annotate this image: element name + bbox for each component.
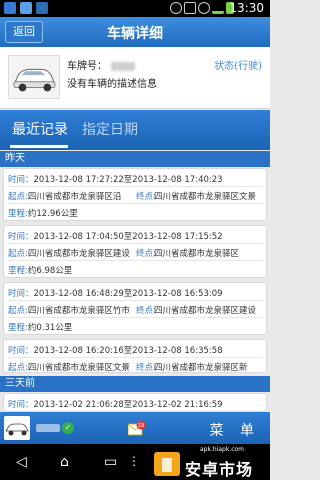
app-notification-icon — [4, 2, 16, 14]
vehicle-description: 没有车辆的描述信息 — [67, 79, 157, 90]
tab-recent-records[interactable]: 最近记录 — [12, 119, 68, 139]
trip-time-row: 时间：2013-12-08 16:20:16至2013-12-08 16:35:… — [8, 346, 223, 356]
trip-end-label: 终点: — [136, 363, 156, 373]
message-badge: 19 — [138, 423, 144, 429]
image-notification-icon — [20, 2, 32, 14]
trip-record[interactable]: 时间：2013-12-08 16:20:16至2013-12-08 16:35:… — [3, 339, 267, 373]
trip-end-label: 终点: — [136, 249, 156, 259]
active-tab-indicator — [10, 145, 68, 148]
trip-record[interactable]: 时间：2013-12-02 21:06:28至2013-12-02 21:16:… — [3, 393, 267, 412]
plate-label: 车牌号： — [67, 57, 135, 72]
alarm-icon — [198, 2, 210, 14]
trip-mileage-row: 里程:约12.96公里 — [8, 209, 78, 219]
nfc-icon — [170, 2, 182, 14]
trip-start-row: 起点:四川省成都市龙泉驿区沿 — [8, 192, 122, 202]
section-header-three-days-ago: 三天前 — [0, 376, 270, 392]
bottom-bar: ✓ 19 菜 单 — [0, 412, 270, 444]
watermark-text: 安卓市场 — [185, 460, 254, 479]
recent-apps-icon[interactable]: ▭ — [104, 454, 117, 470]
vibrate-icon — [184, 2, 196, 14]
system-nav-bar: ◁ ⌂ ▭ ⋮ apk.hiapk.com 安卓市场 — [0, 444, 270, 480]
status-bar: 13:30 — [0, 0, 270, 17]
back-nav-icon[interactable]: ◁ — [16, 454, 27, 470]
trip-end-value: 四川省成都市龙泉驿区 — [154, 249, 240, 259]
trip-time-row: 时间：2013-12-08 17:27:22至2013-12-08 17:40:… — [8, 175, 223, 185]
menu-button[interactable]: 菜 单 — [210, 420, 260, 440]
tab-specified-date[interactable]: 指定日期 — [82, 119, 138, 139]
vehicle-info-card: 车牌号： 没有车辆的描述信息 状态(行驶) — [0, 47, 270, 109]
vehicle-state: 状态(行驶) — [214, 61, 262, 72]
more-options-icon[interactable]: ⋮ — [128, 454, 140, 468]
trip-end-value: 四川省成都市龙泉驿区建设 — [154, 306, 257, 316]
watermark-url: apk.hiapk.com — [200, 446, 245, 453]
section-header-yesterday: 昨天 — [0, 151, 270, 167]
trip-record[interactable]: 时间：2013-12-08 17:27:22至2013-12-08 17:40:… — [3, 168, 267, 221]
car-name-blurred — [36, 424, 60, 432]
trip-time-row: 时间：2013-12-08 17:04:50至2013-12-08 17:15:… — [8, 232, 223, 242]
trip-end-label: 终点: — [136, 192, 156, 202]
trip-start-row: 起点:四川省成都市龙泉驿区文景 — [8, 363, 130, 373]
home-nav-icon[interactable]: ⌂ — [60, 454, 69, 470]
trip-record[interactable]: 时间：2013-12-08 16:48:29至2013-12-08 16:53:… — [3, 282, 267, 335]
message-icon[interactable]: 19 — [128, 420, 146, 436]
title-bar: 返回 车辆详细 — [0, 17, 270, 47]
tabs-bar: 最近记录 指定日期 — [0, 110, 270, 150]
trip-end-value: 四川省成都市龙泉驿区文景 — [154, 192, 257, 202]
trip-end-label: 终点: — [136, 306, 156, 316]
trip-time-row: 时间：2013-12-08 16:48:29至2013-12-08 16:53:… — [8, 289, 223, 299]
trip-mileage-row: 里程:约0.31公里 — [8, 323, 73, 333]
signal-icon — [212, 2, 224, 14]
trip-start-row: 起点:四川省成都市龙泉驿区竹市 — [8, 306, 130, 316]
car-image — [8, 55, 60, 99]
trip-end-value: 四川省成都市龙泉驿区新 — [154, 363, 248, 373]
download-notification-icon — [36, 2, 48, 14]
plate-number-blurred — [111, 61, 135, 71]
status-time: 13:30 — [229, 1, 264, 15]
trip-time-row: 时间：2013-12-02 21:06:28至2013-12-02 21:16:… — [8, 400, 223, 410]
trip-mileage-row: 里程:约6.98公里 — [8, 266, 73, 276]
page-title: 车辆详细 — [107, 26, 163, 42]
check-icon: ✓ — [62, 422, 74, 434]
trip-start-row: 起点:四川省成都市龙泉驿区建设 — [8, 249, 130, 259]
current-car-icon[interactable] — [4, 416, 30, 440]
trip-record[interactable]: 时间：2013-12-08 17:04:50至2013-12-08 17:15:… — [3, 225, 267, 278]
